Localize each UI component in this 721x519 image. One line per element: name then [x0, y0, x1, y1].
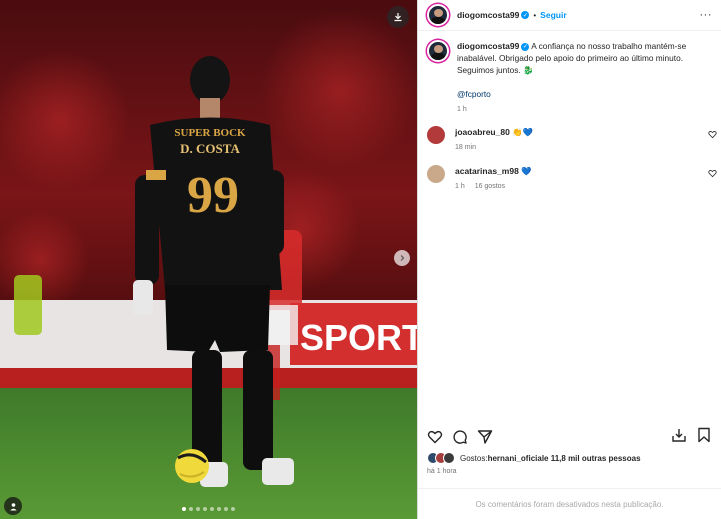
download-icon — [394, 13, 402, 22]
svg-text:SPORT: SPORT — [300, 317, 417, 358]
author-username[interactable]: diogomcosta99 — [457, 10, 519, 20]
comment-item: acatarinas_m98 💙 1 h 16 gostos — [427, 165, 717, 193]
caption-time: 1 h — [457, 106, 467, 113]
carousel-dot — [210, 507, 214, 511]
liker-avatar — [443, 452, 455, 464]
send-icon — [477, 430, 493, 444]
chevron-right-icon — [400, 255, 405, 261]
verified-badge-icon: ✓ — [521, 42, 530, 51]
heart-icon — [427, 430, 443, 444]
comment-text: 💙 — [521, 166, 532, 176]
carousel-dot — [182, 507, 186, 511]
comment-time: 1 h — [455, 183, 465, 190]
likes-prefix: Gostos: — [460, 453, 488, 463]
carousel-dot — [217, 507, 221, 511]
mention-link[interactable]: @fcporto — [457, 88, 715, 100]
carousel-dot — [196, 507, 200, 511]
save-button[interactable] — [696, 427, 712, 448]
comments-disabled-notice: Os comentários foram desativados nesta p… — [418, 488, 721, 519]
comment-time: 18 min — [455, 144, 477, 151]
comment-item: joaoabreu_80 👏💙 18 min — [427, 126, 717, 154]
bookmark-icon — [698, 427, 710, 442]
carousel-dot — [189, 507, 193, 511]
post-dialog: SPORT SUPER BOCK D. COSTA 99 diogomcosta… — [0, 0, 721, 519]
comment-button[interactable] — [452, 429, 468, 445]
commenter-avatar[interactable] — [427, 165, 445, 183]
more-options-icon[interactable]: ··· — [700, 9, 713, 21]
carousel-indicator — [0, 507, 417, 511]
likes-first-user[interactable]: hernani_oficial — [488, 454, 544, 463]
add-to-story-button[interactable] — [671, 427, 687, 448]
comment-text: 👏💙 — [512, 127, 533, 137]
post-header: diogomcosta99 ✓ • Seguir ··· — [418, 0, 721, 31]
follow-button[interactable]: Seguir — [540, 10, 566, 20]
liker-avatars — [427, 452, 455, 464]
goalkeeper-photo: SPORT SUPER BOCK D. COSTA 99 — [0, 0, 417, 519]
likes-rest[interactable]: e 11,8 mil outras pessoas — [544, 454, 641, 463]
svg-text:SUPER BOCK: SUPER BOCK — [174, 127, 246, 139]
carousel-next-button[interactable] — [394, 250, 410, 266]
tagged-users-button[interactable] — [4, 497, 22, 515]
commenter-username[interactable]: acatarinas_m98 — [455, 166, 519, 176]
like-button[interactable] — [427, 429, 443, 445]
carousel-dot — [231, 507, 235, 511]
caption-author-username[interactable]: diogomcosta99 — [457, 41, 519, 51]
separator: • — [533, 10, 537, 20]
commenter-username[interactable]: joaoabreu_80 — [455, 127, 510, 137]
share-button[interactable] — [477, 429, 493, 445]
download-button[interactable] — [387, 6, 409, 28]
comment-likes[interactable]: 16 gostos — [475, 183, 505, 190]
like-comment-heart-icon[interactable] — [708, 130, 717, 139]
post-side-panel: diogomcosta99 ✓ • Seguir ··· diogomcosta… — [417, 0, 721, 519]
post-time: há 1 hora — [427, 468, 457, 475]
verified-badge-icon: ✓ — [521, 11, 530, 19]
like-comment-heart-icon[interactable] — [708, 169, 717, 178]
author-avatar[interactable] — [427, 4, 449, 26]
comment-icon — [453, 430, 467, 444]
carousel-dot — [203, 507, 207, 511]
action-bar — [427, 427, 712, 448]
post-caption: diogomcosta99 ✓ A confiança no nosso trab… — [427, 40, 717, 116]
likes-summary[interactable]: Gostos: hernani_oficial e 11,8 mil outra… — [427, 452, 641, 464]
download-icon — [672, 428, 686, 442]
svg-text:D. COSTA: D. COSTA — [180, 141, 240, 156]
caption-author-avatar[interactable] — [427, 40, 449, 62]
carousel-dot — [224, 507, 228, 511]
post-photo[interactable]: SPORT SUPER BOCK D. COSTA 99 — [0, 0, 417, 519]
svg-text:99: 99 — [187, 167, 239, 224]
commenter-avatar[interactable] — [427, 126, 445, 144]
